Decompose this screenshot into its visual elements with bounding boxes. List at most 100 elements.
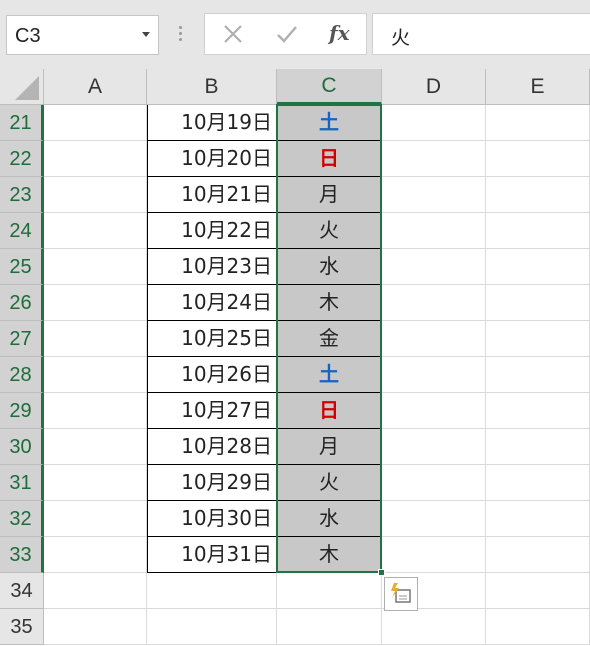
column-header-b[interactable]: B [147, 69, 277, 105]
cell-e34[interactable] [486, 573, 590, 609]
cell-c28[interactable]: 土 [277, 357, 382, 393]
cell-e25[interactable] [486, 249, 590, 285]
cell-b31[interactable]: 10月29日 [147, 465, 277, 501]
cell-e29[interactable] [486, 393, 590, 429]
fill-handle[interactable] [378, 569, 385, 576]
cell-c21[interactable]: 土 [277, 105, 382, 141]
insert-function-button[interactable]: fx [329, 21, 350, 45]
cell-d29[interactable] [382, 393, 486, 429]
cell-d30[interactable] [382, 429, 486, 465]
cell-d32[interactable] [382, 501, 486, 537]
cell-a25[interactable] [44, 249, 147, 285]
cell-d24[interactable] [382, 213, 486, 249]
row-header[interactable]: 31 [0, 465, 44, 501]
check-icon[interactable] [271, 20, 303, 48]
column-header-d[interactable]: D [382, 69, 486, 105]
row-header[interactable]: 23 [0, 177, 44, 213]
cell-b35[interactable] [147, 609, 277, 645]
cell-d35[interactable] [382, 609, 486, 645]
column-header-e[interactable]: E [486, 69, 590, 105]
cell-e27[interactable] [486, 321, 590, 357]
cell-c23[interactable]: 月 [277, 177, 382, 213]
cell-c30[interactable]: 月 [277, 429, 382, 465]
cell-b24[interactable]: 10月22日 [147, 213, 277, 249]
row-header[interactable]: 29 [0, 393, 44, 429]
cell-d31[interactable] [382, 465, 486, 501]
cell-b23[interactable]: 10月21日 [147, 177, 277, 213]
cell-d25[interactable] [382, 249, 486, 285]
cell-a21[interactable] [44, 105, 147, 141]
chevron-down-icon[interactable] [142, 32, 150, 37]
cell-e30[interactable] [486, 429, 590, 465]
cell-a27[interactable] [44, 321, 147, 357]
cell-b29[interactable]: 10月27日 [147, 393, 277, 429]
column-header-c[interactable]: C [277, 69, 382, 105]
cell-b21[interactable]: 10月19日 [147, 105, 277, 141]
cell-a30[interactable] [44, 429, 147, 465]
cell-c35[interactable] [277, 609, 382, 645]
row-header[interactable]: 28 [0, 357, 44, 393]
cell-a35[interactable] [44, 609, 147, 645]
row-header[interactable]: 25 [0, 249, 44, 285]
cell-c22[interactable]: 日 [277, 141, 382, 177]
cell-e21[interactable] [486, 105, 590, 141]
cell-a33[interactable] [44, 537, 147, 573]
cell-e28[interactable] [486, 357, 590, 393]
cell-a28[interactable] [44, 357, 147, 393]
cell-b32[interactable]: 10月30日 [147, 501, 277, 537]
row-header[interactable]: 27 [0, 321, 44, 357]
cell-a29[interactable] [44, 393, 147, 429]
cell-c24[interactable]: 火 [277, 213, 382, 249]
row-header[interactable]: 24 [0, 213, 44, 249]
cell-c34[interactable] [277, 573, 382, 609]
cell-b26[interactable]: 10月24日 [147, 285, 277, 321]
cell-e33[interactable] [486, 537, 590, 573]
row-header[interactable]: 30 [0, 429, 44, 465]
cell-e23[interactable] [486, 177, 590, 213]
cell-e35[interactable] [486, 609, 590, 645]
column-header-a[interactable]: A [44, 69, 147, 105]
row-header[interactable]: 33 [0, 537, 44, 573]
cell-b33[interactable]: 10月31日 [147, 537, 277, 573]
cell-c26[interactable]: 木 [277, 285, 382, 321]
name-box[interactable]: C3 [6, 15, 159, 55]
cell-d26[interactable] [382, 285, 486, 321]
select-all-button[interactable] [0, 69, 44, 105]
cell-d28[interactable] [382, 357, 486, 393]
cell-c32[interactable]: 水 [277, 501, 382, 537]
cell-d23[interactable] [382, 177, 486, 213]
cell-e26[interactable] [486, 285, 590, 321]
quick-analysis-icon[interactable] [384, 577, 418, 611]
cell-d27[interactable] [382, 321, 486, 357]
cell-d22[interactable] [382, 141, 486, 177]
cell-b27[interactable]: 10月25日 [147, 321, 277, 357]
cell-a23[interactable] [44, 177, 147, 213]
cell-a26[interactable] [44, 285, 147, 321]
cell-a31[interactable] [44, 465, 147, 501]
cell-b30[interactable]: 10月28日 [147, 429, 277, 465]
cell-c25[interactable]: 水 [277, 249, 382, 285]
row-header[interactable]: 32 [0, 501, 44, 537]
cell-b28[interactable]: 10月26日 [147, 357, 277, 393]
row-header[interactable]: 35 [0, 609, 44, 645]
cell-b34[interactable] [147, 573, 277, 609]
cell-c29[interactable]: 日 [277, 393, 382, 429]
cell-e22[interactable] [486, 141, 590, 177]
cell-d21[interactable] [382, 105, 486, 141]
cell-b25[interactable]: 10月23日 [147, 249, 277, 285]
drag-handle-icon[interactable] [175, 23, 185, 47]
spreadsheet-grid[interactable]: A B C D E 21 10月19日土 22 10月20日日 23 10月21日月 24 10月22日… [0, 69, 590, 646]
cell-a24[interactable] [44, 213, 147, 249]
cell-b22[interactable]: 10月20日 [147, 141, 277, 177]
row-header[interactable]: 22 [0, 141, 44, 177]
row-header[interactable]: 21 [0, 105, 44, 141]
cell-e31[interactable] [486, 465, 590, 501]
cell-c33[interactable]: 木 [277, 537, 382, 573]
cell-d33[interactable] [382, 537, 486, 573]
row-header[interactable]: 34 [0, 573, 44, 609]
cell-c27[interactable]: 金 [277, 321, 382, 357]
cell-c31[interactable]: 火 [277, 465, 382, 501]
cell-a22[interactable] [44, 141, 147, 177]
cell-e32[interactable] [486, 501, 590, 537]
row-header[interactable]: 26 [0, 285, 44, 321]
